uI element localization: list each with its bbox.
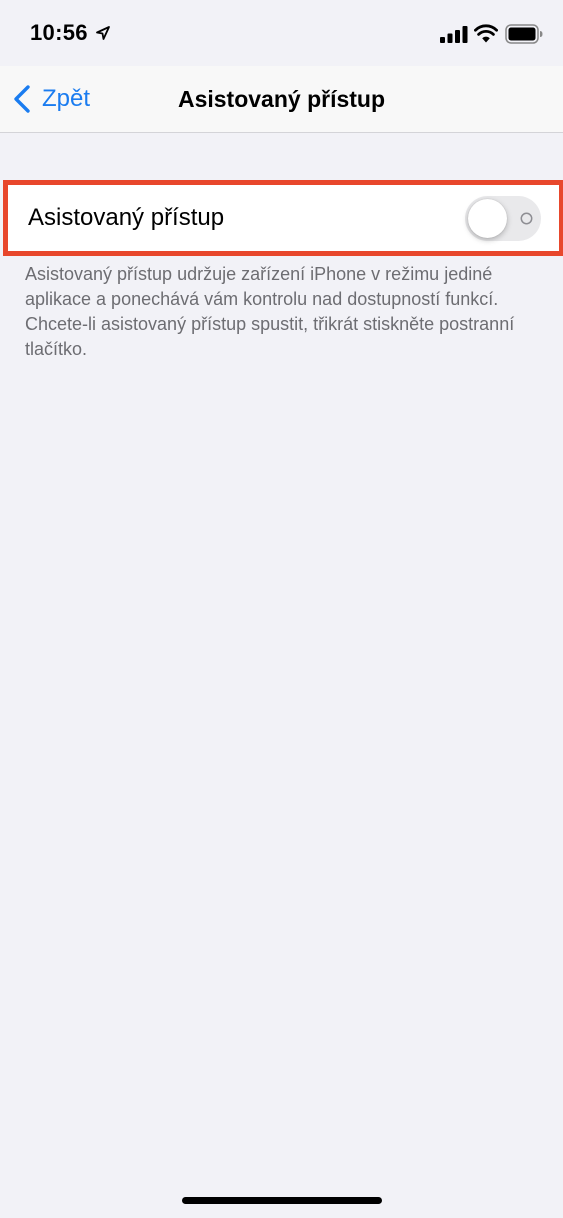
- back-button[interactable]: Zpět: [12, 66, 90, 132]
- back-button-label: Zpět: [42, 85, 91, 112]
- wifi-icon: [474, 24, 498, 43]
- chevron-left-icon: [14, 85, 30, 113]
- home-indicator[interactable]: [182, 1197, 382, 1204]
- toggle-off-circle-icon: [520, 212, 533, 225]
- setting-label: Asistovaný přístup: [28, 204, 225, 231]
- battery-icon: [505, 24, 543, 44]
- status-time: 10:56: [30, 20, 88, 45]
- navigation-bar: Asistovaný přístup Zpět: [0, 66, 563, 133]
- setting-description: Asistovaný přístup udržuje zařízení iPho…: [25, 264, 515, 359]
- location-arrow-icon: [96, 26, 110, 40]
- guided-access-toggle[interactable]: [465, 196, 541, 241]
- highlighted-setting-row: Asistovaný přístup: [3, 180, 563, 256]
- status-bar: 10:56: [0, 0, 563, 66]
- cellular-signal-icon: [440, 26, 468, 43]
- toggle-knob: [468, 199, 507, 238]
